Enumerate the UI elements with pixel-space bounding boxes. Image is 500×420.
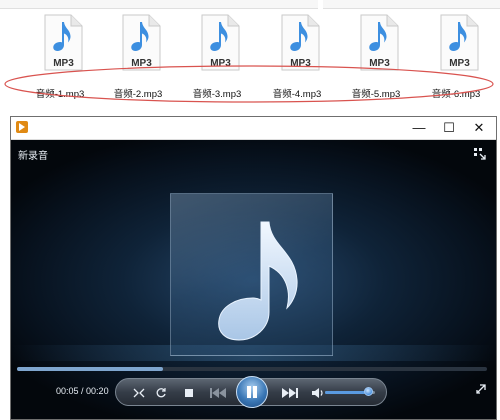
file-type-badge: MP3 bbox=[369, 58, 390, 69]
mp3-file-icon: MP3 bbox=[440, 14, 479, 71]
fullscreen-icon[interactable] bbox=[476, 384, 486, 394]
now-playing-title: 新录音 bbox=[18, 151, 48, 162]
file-item[interactable]: MP3 音频-2.mp3 bbox=[98, 14, 178, 104]
file-item[interactable]: MP3 音频-3.mp3 bbox=[177, 14, 257, 104]
close-button[interactable]: ✕ bbox=[464, 117, 494, 139]
switch-to-library-icon[interactable] bbox=[474, 148, 486, 160]
now-playing-stage: 新录音 00:05 / 00:20 bbox=[11, 140, 496, 419]
repeat-icon bbox=[156, 388, 166, 398]
file-type-badge: MP3 bbox=[449, 58, 470, 69]
file-explorer: MP3 音频-1.mp3 MP3 音频-2.mp3 MP3 音频-3.mp3 MP3 音频-4… bbox=[0, 0, 500, 112]
volume-slider-thumb[interactable] bbox=[364, 387, 373, 396]
album-art bbox=[170, 193, 333, 356]
explorer-address-area bbox=[0, 0, 318, 9]
file-name: 音频-4.mp3 bbox=[272, 89, 322, 100]
title-bar[interactable]: — ☐ ✕ bbox=[11, 117, 496, 140]
media-player-app-icon bbox=[16, 121, 28, 133]
maximize-button[interactable]: ☐ bbox=[434, 117, 464, 139]
minimize-button[interactable]: — bbox=[404, 117, 434, 139]
next-icon bbox=[282, 388, 298, 398]
file-item[interactable]: MP3 音频-1.mp3 bbox=[20, 14, 100, 104]
mp3-file-icon: MP3 bbox=[281, 14, 320, 71]
time-separator: / bbox=[78, 386, 87, 396]
current-time: 00:05 bbox=[56, 386, 79, 396]
file-item[interactable]: MP3 音频-6.mp3 bbox=[416, 14, 496, 104]
file-name: 音频-6.mp3 bbox=[431, 89, 481, 100]
pause-button[interactable] bbox=[236, 376, 268, 408]
file-type-badge: MP3 bbox=[131, 58, 152, 69]
seek-bar-progress bbox=[17, 367, 163, 371]
file-name: 音频-1.mp3 bbox=[35, 89, 85, 100]
file-name: 音频-2.mp3 bbox=[113, 89, 163, 100]
total-time: 00:20 bbox=[86, 386, 109, 396]
mp3-file-icon: MP3 bbox=[44, 14, 83, 71]
previous-button[interactable] bbox=[204, 379, 232, 407]
media-player-window: — ☐ ✕ 新录音 00:05 / 00:20 bbox=[10, 116, 497, 420]
file-name: 音频-3.mp3 bbox=[192, 89, 242, 100]
file-type-badge: MP3 bbox=[290, 58, 311, 69]
shuffle-button[interactable] bbox=[130, 379, 148, 407]
music-note-icon bbox=[218, 221, 298, 341]
next-button[interactable] bbox=[276, 379, 304, 407]
file-item[interactable]: MP3 音频-5.mp3 bbox=[336, 14, 416, 104]
file-type-badge: MP3 bbox=[210, 58, 231, 69]
file-name: 音频-5.mp3 bbox=[351, 89, 401, 100]
file-type-badge: MP3 bbox=[53, 58, 74, 69]
repeat-button[interactable] bbox=[152, 379, 170, 407]
mp3-file-icon: MP3 bbox=[201, 14, 240, 71]
explorer-search-area bbox=[323, 0, 500, 9]
shuffle-icon bbox=[133, 388, 145, 398]
stop-button[interactable] bbox=[180, 379, 198, 407]
file-item[interactable]: MP3 音频-4.mp3 bbox=[257, 14, 337, 104]
seek-bar[interactable] bbox=[17, 367, 487, 371]
speaker-icon bbox=[312, 388, 323, 398]
explorer-top-bar bbox=[0, 0, 500, 9]
previous-icon bbox=[210, 388, 226, 398]
mp3-file-icon: MP3 bbox=[360, 14, 399, 71]
stop-icon bbox=[185, 389, 193, 397]
volume-level bbox=[325, 391, 368, 394]
time-display: 00:05 / 00:20 bbox=[56, 386, 109, 396]
mp3-file-icon: MP3 bbox=[122, 14, 161, 71]
